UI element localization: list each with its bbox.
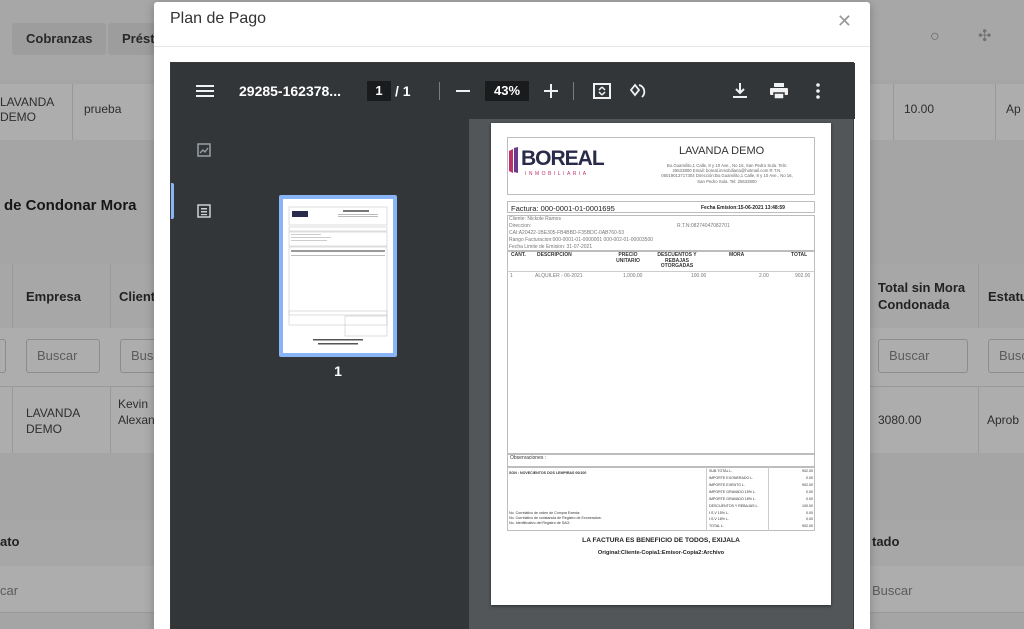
col-descuentos: DESCUENTOS Y REBAJAS OTORGADAS	[657, 252, 697, 269]
observaciones-label: Observaciones :	[510, 455, 547, 461]
invoice-cliente: Cliente: Nickole Ramos	[509, 216, 561, 222]
download-icon[interactable]	[729, 63, 751, 119]
outline-icon[interactable]	[197, 204, 211, 223]
pdf-page: BOREAL INMOBILIARIA LAVANDA DEMO Bo.Guam…	[491, 123, 831, 605]
brand-subtitle: INMOBILIARIA	[525, 171, 589, 177]
invoice-fecha-limite: Fecha Limite de Emision: 31-07-2021	[509, 244, 593, 250]
total-label: IMPORTE GRAVADO 15% L.	[709, 490, 756, 494]
item-desc: ALQUILER - 06-2021	[535, 273, 583, 279]
divider	[768, 467, 769, 531]
divider	[507, 271, 815, 272]
pdf-sidebar: 1	[171, 119, 469, 629]
total-label: TOTAL L.	[709, 524, 725, 528]
item-mora: 2.00	[759, 273, 769, 279]
pdf-filename: 29285-162378...	[239, 83, 341, 99]
invoice-date: Fecha Emision:15-06-2021 13:48:59	[701, 205, 785, 211]
close-icon[interactable]: ✕	[837, 11, 852, 32]
total-value: 0.00	[806, 497, 813, 501]
item-precio: 1,000.00	[623, 273, 643, 279]
invoice-items-box	[507, 251, 815, 455]
rotate-icon[interactable]	[627, 63, 649, 119]
total-value: 902.00	[802, 469, 813, 473]
total-value: 902.00	[802, 524, 813, 528]
pdf-toolbar: 29285-162378... 1 / 1 43%	[171, 63, 855, 119]
thumbnails-icon[interactable]	[197, 143, 211, 162]
col-descripcion: DESCRIPCION	[537, 252, 572, 258]
item-cant: 1	[510, 273, 513, 279]
invoice-rango: Rango Facturacion:000-0001-01-0000001 00…	[509, 237, 653, 243]
total-value: 100.00	[802, 504, 813, 508]
legal-line: No. Correlativo de orden de Compra Exent…	[509, 511, 581, 515]
invoice-rtn: R.T.N:08274047082701	[677, 223, 730, 229]
plan-de-pago-modal: Plan de Pago ✕ 29285-162378... 1 / 1 43%	[154, 2, 870, 629]
divider	[706, 467, 707, 531]
col-cant: CANT.	[511, 252, 526, 258]
total-label: SUB TOTAL L.	[709, 469, 733, 473]
divider	[573, 82, 574, 100]
invoice-footer-beneficio: LA FACTURA ES BENEFICIO DE TODOS, EXIJAL…	[582, 537, 740, 544]
invoice-cai: CAI:A20422-1BE305-FB4BBD-F35BDC-0AB760-5…	[509, 230, 625, 236]
brand-logo: BOREAL	[521, 147, 605, 170]
total-value: 0.00	[806, 490, 813, 494]
total-value: 902.00	[802, 483, 813, 487]
legal-line: No. Identificativo del Registro de SAG:	[509, 521, 571, 525]
total-value: 0.00	[806, 476, 813, 480]
modal-header: Plan de Pago ✕	[154, 2, 870, 47]
total-label: IMPORTE GRAVADO 18% L.	[709, 497, 756, 501]
zoom-input[interactable]: 43%	[485, 81, 529, 101]
divider	[439, 82, 440, 100]
company-address: Bo.Guamilito,1 Calle, 8 y 10 Ave., No 16…	[661, 163, 793, 184]
menu-icon[interactable]	[193, 63, 217, 119]
item-total: 902.00	[795, 273, 811, 279]
total-label: I.S.V 18% L.	[709, 517, 729, 521]
col-precio: PRECIO UNITARIO	[616, 252, 640, 264]
invoice-footer-copias: Original:Cliente-Copia1:Emisor-Copia2:Ar…	[597, 550, 725, 556]
zoom-out-icon[interactable]	[453, 63, 473, 119]
more-icon[interactable]	[807, 63, 829, 119]
total-label: DESCUENTOS Y REBAJAS L.	[709, 504, 759, 508]
thumbnail-preview	[288, 206, 388, 345]
col-mora: MORA	[729, 252, 745, 258]
total-value: 0.00	[806, 511, 813, 515]
page-thumbnail[interactable]	[279, 195, 397, 357]
page-number-input[interactable]: 1	[367, 81, 391, 101]
total-label: IMPORTE EXONERADO L.	[709, 476, 754, 480]
pdf-viewer: 29285-162378... 1 / 1 43% 1 BOREAL INMOB…	[170, 62, 855, 629]
amount-in-words: SON : NOVECIENTOS DOS LEMPIRAS 00/100	[509, 471, 587, 475]
total-label: IMPORTE EXENTO L.	[709, 483, 746, 487]
thumbnail-page-number: 1	[334, 363, 342, 379]
active-indicator	[171, 183, 174, 219]
zoom-in-icon[interactable]	[541, 63, 561, 119]
total-value: 0.00	[806, 517, 813, 521]
item-descuento: 100.00	[691, 273, 707, 279]
legal-line: No. Correlativo de constancia de Registr…	[509, 516, 602, 520]
modal-title: Plan de Pago	[170, 10, 267, 27]
col-total: TOTAL	[791, 252, 808, 258]
observaciones-box	[507, 453, 815, 467]
invoice-direccion: Direccion:	[509, 223, 532, 229]
print-icon[interactable]	[767, 63, 791, 119]
total-label: I.S.V 15% L.	[709, 511, 729, 515]
fit-page-icon[interactable]	[591, 63, 613, 119]
invoice-number: Factura: 000-0001-01-0001695	[511, 204, 615, 213]
page-total: / 1	[395, 83, 411, 99]
logo-icon	[509, 147, 518, 173]
company-name: LAVANDA DEMO	[679, 145, 765, 157]
